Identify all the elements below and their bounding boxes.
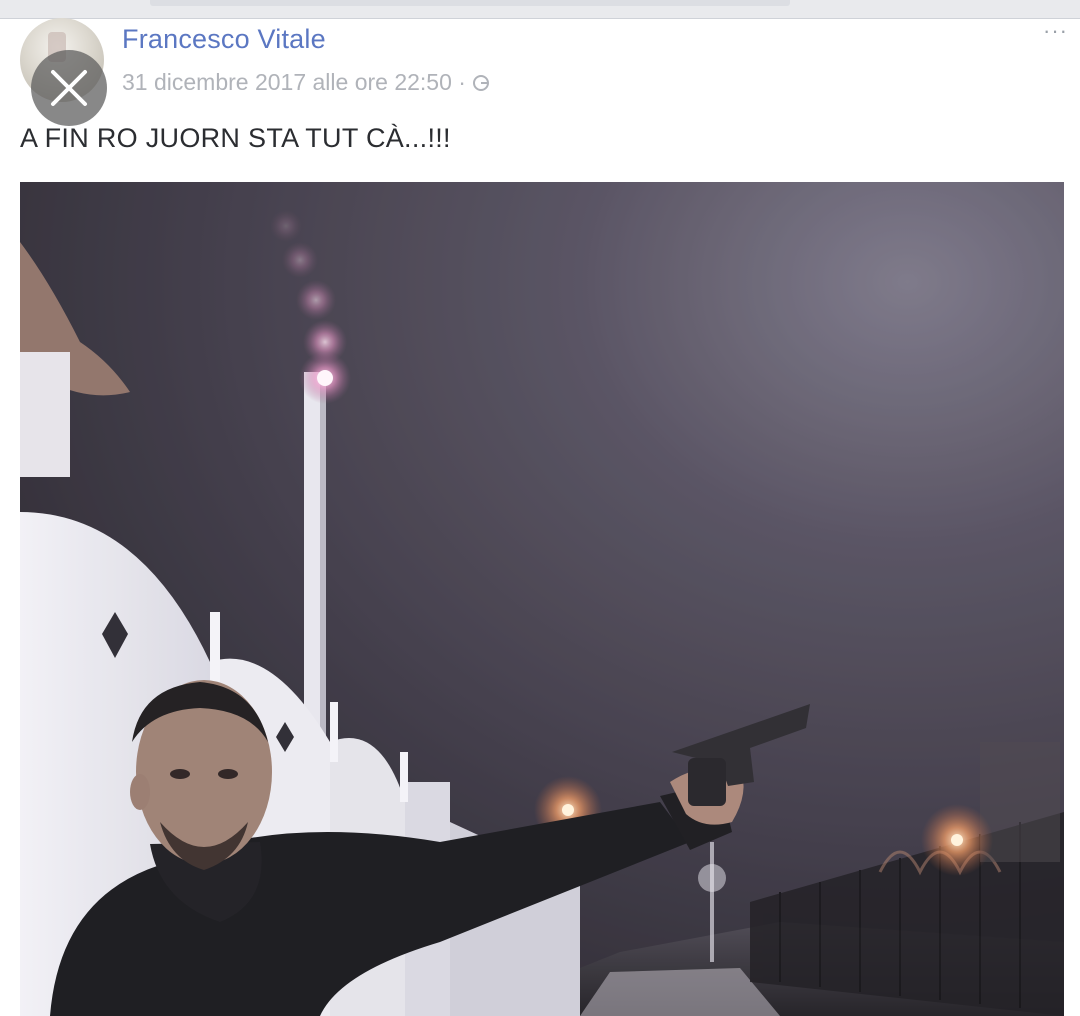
post-timestamp[interactable]: 31 dicembre 2017 alle ore 22:50 xyxy=(122,69,452,95)
facebook-post-screenshot: Francesco Vitale 31 dicembre 2017 alle o… xyxy=(0,0,1080,1016)
meta-separator: · xyxy=(458,69,466,95)
close-icon xyxy=(51,70,87,106)
browser-top-bar xyxy=(0,0,1080,19)
tab-strip xyxy=(150,0,790,6)
post-text: A FIN RO JUORN STA TUT CÀ...!!! xyxy=(20,123,451,153)
post-meta: 31 dicembre 2017 alle ore 22:50 · xyxy=(122,69,490,99)
photo-scene xyxy=(20,182,1064,1016)
close-button[interactable] xyxy=(31,50,107,126)
globe-icon[interactable] xyxy=(472,72,490,99)
more-options-button[interactable]: ··· xyxy=(1043,18,1068,44)
post-photo[interactable] xyxy=(20,182,1064,1016)
post-author-name[interactable]: Francesco Vitale xyxy=(122,24,326,55)
